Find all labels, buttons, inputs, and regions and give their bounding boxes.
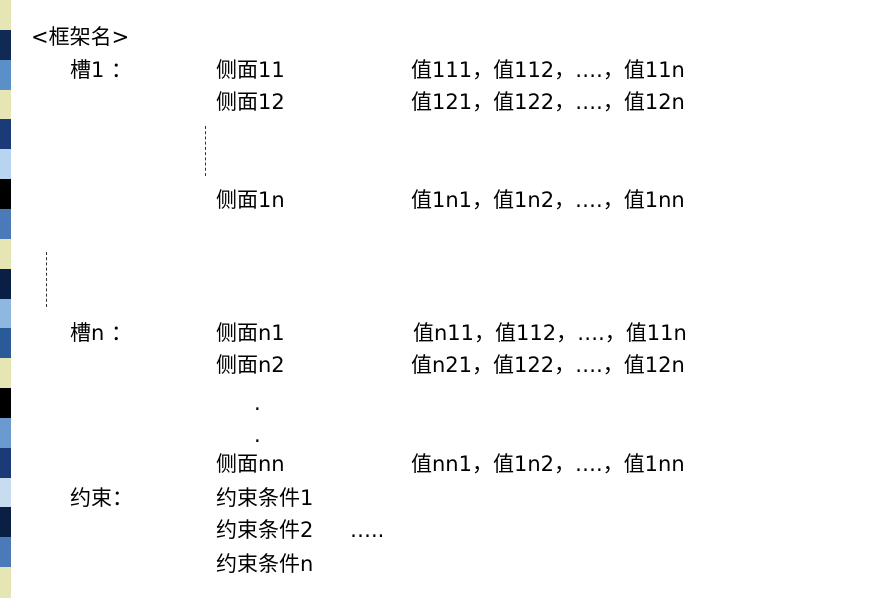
stripe-block xyxy=(0,149,11,181)
facet-11-values: 值111，值112，….，值11n xyxy=(411,58,685,82)
stripe-block xyxy=(0,298,11,330)
stripe-block xyxy=(0,0,11,31)
stripe-block xyxy=(0,388,11,419)
facet-nn-name: 侧面nn xyxy=(216,452,285,476)
constraint-item-2: 约束条件2 xyxy=(216,518,314,542)
slot-n-label: 槽n ： xyxy=(70,321,132,345)
stripe-block xyxy=(0,119,11,151)
ellipsis-dot-2: . xyxy=(254,423,261,447)
stripe-block xyxy=(0,238,11,270)
facet-n1-name: 侧面n1 xyxy=(216,321,285,345)
ellipsis-dot-1: . xyxy=(254,391,261,415)
slot-1-label: 槽1 ： xyxy=(70,58,133,82)
stripe-block xyxy=(0,417,11,449)
stripe-block xyxy=(0,89,11,121)
facet-12-values: 值121，值122，….，值12n xyxy=(411,90,685,114)
frame-title: <框架名> xyxy=(31,25,130,49)
stripe-block xyxy=(0,477,11,509)
facet-n2-values: 值n21，值122，….，值12n xyxy=(411,353,685,377)
stripe-block xyxy=(0,208,11,240)
facet-n2-name: 侧面n2 xyxy=(216,353,285,377)
stripe-block xyxy=(0,268,11,300)
stripe-block xyxy=(0,567,11,598)
stripe-block xyxy=(0,179,11,210)
stripe-block xyxy=(0,507,11,539)
stripe-block xyxy=(0,29,11,61)
stripe-block xyxy=(0,537,11,569)
decorative-side-stripe xyxy=(0,0,11,598)
constraint-item-n: 约束条件n xyxy=(216,552,314,576)
facet-nn-values: 值nn1，值1n2，….，值1nn xyxy=(411,452,685,476)
facet-12-name: 侧面12 xyxy=(216,90,285,114)
stripe-block xyxy=(0,358,11,390)
constraint-item-1: 约束条件1 xyxy=(216,486,314,510)
facet-1n-values: 值1n1，值1n2，….，值1nn xyxy=(411,188,685,212)
facet-ellipsis-dashed-line xyxy=(205,126,206,176)
stripe-block xyxy=(0,328,11,360)
facet-1n-name: 侧面1n xyxy=(216,188,285,212)
stripe-block xyxy=(0,447,11,479)
constraints-label: 约束： xyxy=(70,486,133,510)
facet-n1-values: 值n11，值112，….，值11n xyxy=(413,321,687,345)
slot-ellipsis-dashed-line xyxy=(46,252,47,307)
facet-11-name: 侧面11 xyxy=(216,58,285,82)
stripe-block xyxy=(0,59,11,91)
constraints-continuation: ….. xyxy=(350,518,385,542)
